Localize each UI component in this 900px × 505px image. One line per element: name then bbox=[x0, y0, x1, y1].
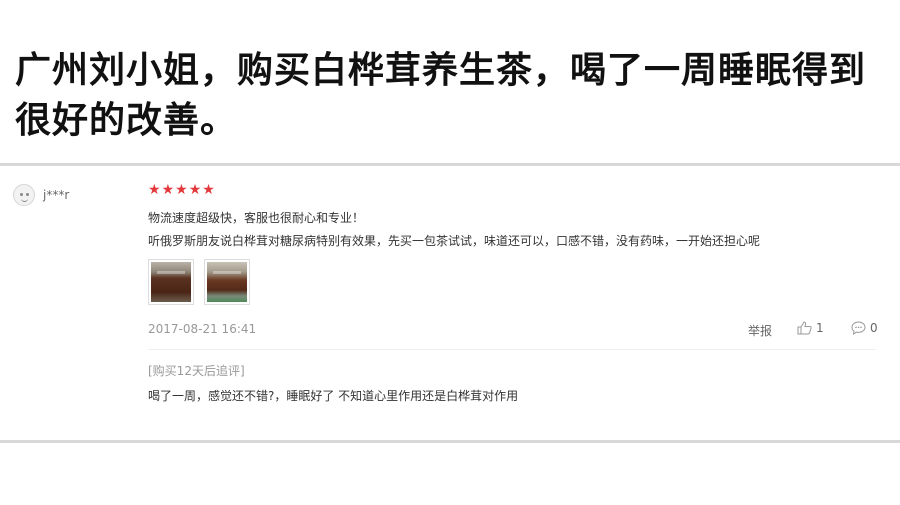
followup-text: 喝了一周，感觉还不错?，睡眠好了 不知道心里作用还是白桦茸对作用 bbox=[148, 389, 519, 403]
like-button[interactable]: 1 bbox=[797, 321, 824, 335]
report-link[interactable]: 举报 bbox=[748, 322, 772, 339]
review-image-thumbnail[interactable] bbox=[204, 259, 250, 305]
top-divider bbox=[0, 163, 900, 166]
reviewer-info: j***r bbox=[13, 184, 69, 206]
rating-stars: ★ ★ ★ ★ ★ bbox=[148, 183, 215, 197]
followup-tag: [购买12天后追评] bbox=[148, 364, 245, 378]
reviewer-username: j***r bbox=[43, 188, 70, 202]
comment-button[interactable]: 0 bbox=[851, 321, 878, 335]
like-count: 1 bbox=[816, 321, 824, 335]
page-title: 广州刘小姐，购买白桦茸养生茶，喝了一周睡眠得到很好的改善。 bbox=[15, 50, 867, 141]
review-images bbox=[148, 259, 250, 305]
star-icon: ★ bbox=[148, 182, 161, 198]
review-text-line: 听俄罗斯朋友说白桦茸对糖尿病特别有效果，先买一包茶试试，味道还可以，口感不错，没… bbox=[148, 234, 761, 248]
followup-divider bbox=[148, 349, 876, 350]
star-icon: ★ bbox=[188, 182, 202, 198]
avatar[interactable] bbox=[13, 184, 35, 206]
comment-icon bbox=[851, 321, 866, 335]
review-image-thumbnail[interactable] bbox=[148, 259, 194, 305]
thumbs-up-icon bbox=[797, 321, 812, 335]
review-datetime: 2017-08-21 16:41 bbox=[148, 322, 257, 336]
bottom-divider bbox=[0, 440, 900, 443]
star-icon: ★ bbox=[202, 182, 215, 198]
star-icon: ★ bbox=[175, 182, 188, 198]
tea-photo bbox=[207, 262, 247, 302]
review-text-line: 物流速度超级快，客服也很耐心和专业！ bbox=[148, 211, 365, 225]
star-icon: ★ bbox=[161, 182, 175, 198]
comment-count: 0 bbox=[870, 321, 878, 335]
tea-photo bbox=[151, 262, 191, 302]
